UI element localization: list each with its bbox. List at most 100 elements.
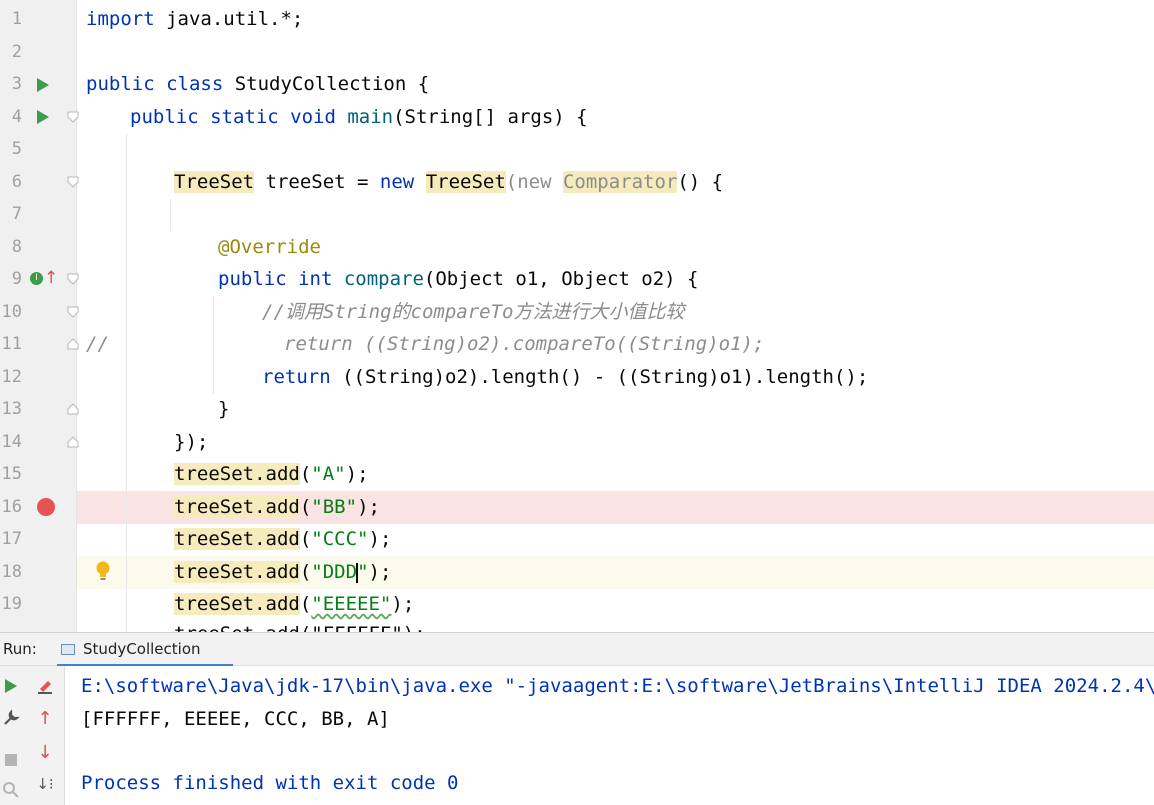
code-text: } <box>218 398 230 420</box>
debug-button[interactable] <box>0 779 22 801</box>
indent-guide <box>126 134 127 632</box>
code-line-12[interactable]: return ((String)o2).length() - ((String)… <box>262 361 868 394</box>
line-number: 19 <box>1 594 22 614</box>
code-text: StudyCollection { <box>223 73 430 95</box>
arrow-down-icon: ↓ <box>37 741 53 763</box>
fold-close-icon[interactable] <box>67 436 79 448</box>
run-class-icon[interactable] <box>37 78 49 92</box>
code-line-15[interactable]: treeSet.add("A"); <box>174 458 369 491</box>
keyword: public int <box>218 268 344 290</box>
code-line-8[interactable]: @Override <box>218 231 321 264</box>
code-line-11[interactable]: // return ((String)o2).compareTo((String)… <box>86 328 764 361</box>
run-tab-label: StudyCollection <box>83 640 201 658</box>
line-number: 6 <box>11 172 22 192</box>
code-text: ( <box>299 496 312 518</box>
clear-console-button[interactable] <box>34 675 56 697</box>
indent-guide <box>170 199 171 231</box>
code-line-9[interactable]: public int compare(Object o1, Object o2)… <box>218 263 698 296</box>
code-line-1[interactable]: import java.util.*; <box>86 3 303 36</box>
fold-close-icon[interactable] <box>67 338 79 350</box>
fold-open-icon[interactable] <box>67 111 79 123</box>
line-number: 17 <box>1 529 22 549</box>
run-main-icon[interactable] <box>37 110 49 124</box>
code-text: () { <box>677 171 724 193</box>
rerun-icon <box>5 679 17 693</box>
line-number: 1 <box>11 9 22 29</box>
code-line-3[interactable]: public class StudyCollection { <box>86 68 429 101</box>
arrow-up-icon: ↑ <box>37 707 53 729</box>
run-panel-header: Run: StudyCollection <box>0 632 1154 667</box>
code-text: treeSet = <box>254 171 380 193</box>
code-line-18[interactable]: treeSet.add("DDD"); <box>174 556 391 589</box>
comment-marker: // <box>86 333 109 355</box>
code-line-10[interactable]: //调用String的compareTo方法进行大小值比较 <box>262 296 684 329</box>
code-line-16[interactable]: treeSet.add("BB"); <box>174 491 380 524</box>
stop-icon <box>5 754 17 766</box>
code-line-6[interactable]: TreeSet treeSet = new TreeSet(new Compar… <box>174 166 723 199</box>
fold-close-icon[interactable] <box>67 403 79 415</box>
line-number: 2 <box>11 42 22 62</box>
code-text: ); <box>368 528 392 550</box>
line-number: 3 <box>11 74 22 94</box>
code-text: ( <box>299 528 312 550</box>
run-tab-studycollection[interactable]: StudyCollection <box>57 633 233 667</box>
code-text: }); <box>174 431 209 453</box>
line-number: 9 <box>11 269 22 289</box>
run-panel-label: Run: <box>3 640 37 658</box>
lightbulb-icon[interactable] <box>95 560 111 587</box>
line-number: 8 <box>11 237 22 257</box>
code-text: ((String)o2).length() - ((String)o1).len… <box>342 366 869 388</box>
method-name: main <box>347 106 394 128</box>
console-output[interactable]: E:\software\Java\jdk-17\bin\java.exe "-j… <box>65 666 1154 805</box>
stop-button[interactable] <box>0 749 22 771</box>
run-toolbar: ↑ ↓ ↓⁝ <box>0 666 65 805</box>
scroll-up-button[interactable]: ↑ <box>34 707 56 729</box>
method-call: treeSet.add <box>174 593 300 615</box>
code-text: (Object o1, Object o2) { <box>423 268 699 290</box>
code-text: (String[] args) { <box>393 106 588 128</box>
line-number: 11 <box>1 334 22 354</box>
sort-down-icon: ↓⁝ <box>36 775 54 793</box>
sort-button[interactable]: ↓⁝ <box>34 773 56 795</box>
line-number: 4 <box>11 107 22 127</box>
code-line-4[interactable]: public static void main(String[] args) { <box>130 101 588 134</box>
overrides-arrow-icon[interactable]: ↑ <box>44 268 58 288</box>
keyword: return <box>262 366 343 388</box>
code-line-14[interactable]: }); <box>174 426 208 459</box>
keyword: new <box>379 171 426 193</box>
fold-open-icon[interactable] <box>67 273 79 285</box>
wrench-icon <box>4 709 20 725</box>
settings-button[interactable] <box>0 707 22 729</box>
breakpoint-icon[interactable] <box>37 498 55 516</box>
method-call: treeSet.add <box>174 528 300 550</box>
code-text: treeSet.add("FFFFFF"); <box>174 623 426 632</box>
code-text: (new <box>505 171 563 193</box>
keyword: import <box>86 8 155 30</box>
fold-open-icon[interactable] <box>67 176 79 188</box>
implements-method-icon[interactable]: I <box>30 272 43 285</box>
code-line-17[interactable]: treeSet.add("CCC"); <box>174 523 391 556</box>
scroll-down-button[interactable]: ↓ <box>34 741 56 763</box>
code-text: ( <box>299 463 312 485</box>
code-text: ( <box>299 593 312 615</box>
class-reference: TreeSet <box>174 171 255 193</box>
string-literal: "A" <box>311 463 346 485</box>
method-call: treeSet.add <box>174 561 300 583</box>
line-number: 15 <box>1 464 22 484</box>
method-name: compare <box>343 268 424 290</box>
line-number: 14 <box>1 432 22 452</box>
fold-open-icon[interactable] <box>67 306 79 318</box>
method-call: treeSet.add <box>174 496 300 518</box>
code-editor[interactable]: 1 2 3 4 5 6 7 8 9 10 11 12 13 14 15 16 1… <box>0 0 1154 632</box>
rerun-button[interactable] <box>0 675 22 697</box>
line-number: 13 <box>1 399 22 419</box>
code-line-13[interactable]: } <box>218 393 229 426</box>
string-literal: " <box>357 561 369 583</box>
indent-guide <box>213 296 214 394</box>
code-line-19[interactable]: treeSet.add("EEEEE"); <box>174 588 414 621</box>
console-command-line: E:\software\Java\jdk-17\bin\java.exe "-j… <box>81 675 1154 697</box>
code-line-20-partial[interactable]: treeSet.add("FFFFFF"); <box>174 618 426 632</box>
code-text: ); <box>357 496 380 518</box>
line-number: 18 <box>1 562 22 582</box>
code-text: ( <box>299 561 312 583</box>
